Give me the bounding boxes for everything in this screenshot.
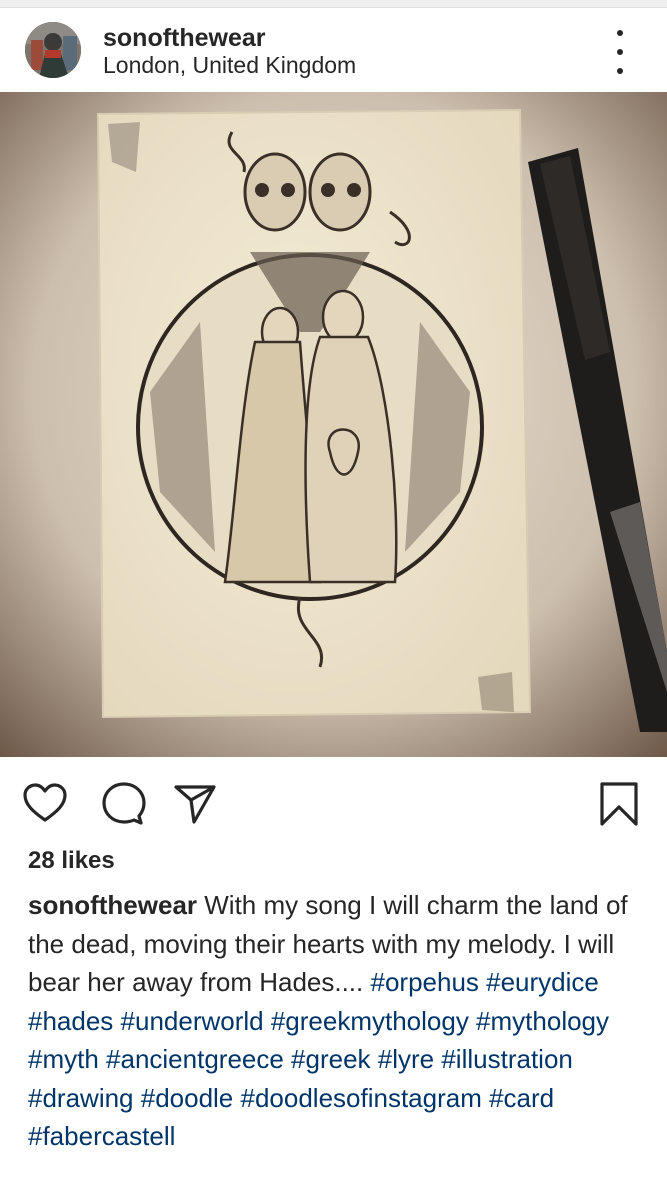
comment-icon[interactable] [100, 780, 146, 826]
heart-icon[interactable] [22, 780, 68, 826]
post-header: sonofthewear London, United Kingdom [0, 8, 667, 92]
post-caption: sonofthewear With my song I will charm t… [28, 886, 643, 1156]
post-actions [0, 772, 667, 832]
post-image[interactable] [0, 92, 667, 757]
post-location[interactable]: London, United Kingdom [103, 52, 356, 79]
post-username[interactable]: sonofthewear [103, 24, 266, 53]
caption-username[interactable]: sonofthewear [28, 890, 197, 920]
avatar[interactable] [25, 22, 81, 78]
top-divider [0, 0, 667, 8]
likes-count[interactable]: 28 likes [28, 847, 115, 875]
paper-plane-icon[interactable] [172, 780, 218, 826]
more-options-icon[interactable] [605, 30, 635, 74]
bookmark-icon[interactable] [596, 780, 642, 826]
